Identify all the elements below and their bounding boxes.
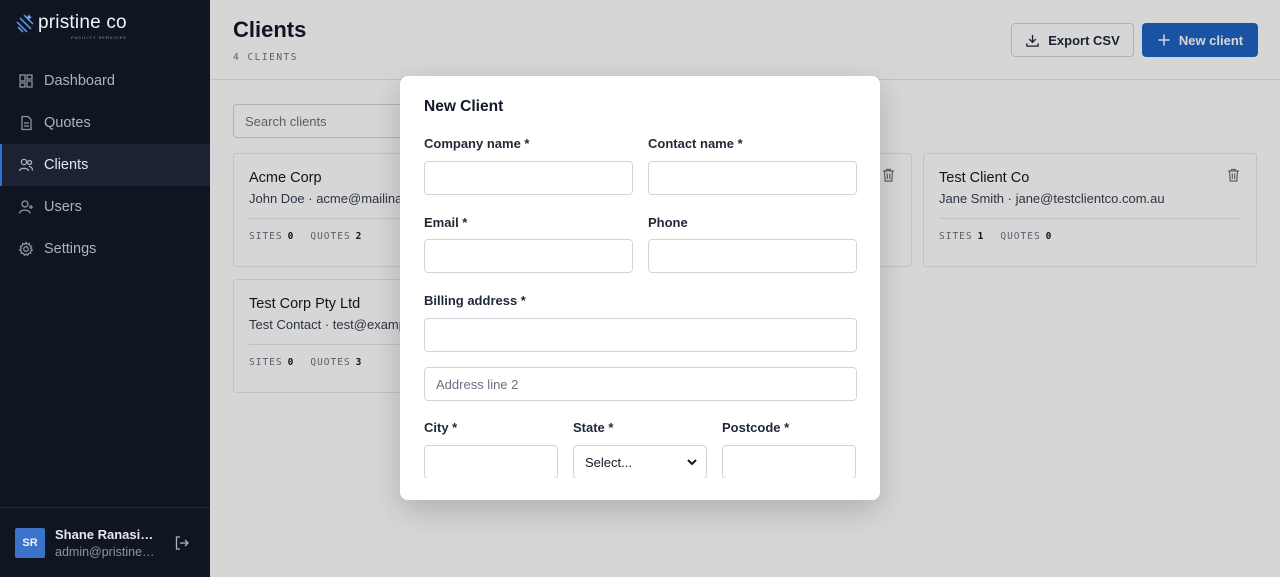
logo-mark-icon <box>16 14 34 33</box>
city-input[interactable] <box>424 445 558 479</box>
address-line-2-input[interactable] <box>424 367 857 401</box>
brand-tagline: FACILITY SERVICES <box>71 35 127 40</box>
sidebar-item-clients[interactable]: Clients <box>0 144 210 186</box>
billing-address-label: Billing address * <box>424 293 526 308</box>
city-label: City * <box>424 420 458 435</box>
brand-logo[interactable]: pristine co FACILITY SERVICES <box>15 12 127 40</box>
phone-input[interactable] <box>648 239 857 273</box>
dialog-title: New Client <box>424 98 504 115</box>
company-name-label: Company name * <box>424 136 530 151</box>
state-select[interactable]: Select... <box>573 445 707 479</box>
sidebar-item-label: Dashboard <box>44 73 115 89</box>
sidebar-item-settings[interactable]: Settings <box>0 228 210 270</box>
contact-name-input[interactable] <box>648 161 857 195</box>
sidebar-item-label: Settings <box>44 241 97 257</box>
sidebar-item-dashboard[interactable]: Dashboard <box>0 60 210 102</box>
sidebar-item-quotes[interactable]: Quotes <box>0 102 210 144</box>
postcode-label: Postcode * <box>722 420 790 435</box>
dialog-scroll-edge <box>400 478 880 500</box>
user-icon <box>18 199 34 215</box>
contact-name-label: Contact name * <box>648 136 743 151</box>
email-label: Email * <box>424 215 468 230</box>
users-icon <box>18 157 34 173</box>
billing-address-input[interactable] <box>424 318 857 352</box>
gear-icon <box>18 241 34 257</box>
logout-icon[interactable] <box>174 535 190 551</box>
sidebar-item-users[interactable]: Users <box>0 186 210 228</box>
brand-name: pristine co <box>38 12 127 33</box>
user-name: Shane Ranasinghe <box>55 526 160 542</box>
phone-label: Phone <box>648 215 688 230</box>
sidebar-item-label: Clients <box>44 157 89 173</box>
new-client-dialog: New Client Company name * Contact name *… <box>400 76 880 500</box>
sidebar-item-label: Quotes <box>44 115 91 131</box>
company-name-input[interactable] <box>424 161 633 195</box>
user-email: admin@pristineco.com.au <box>55 544 160 559</box>
dashboard-icon <box>18 73 34 89</box>
state-select-value: Select... <box>585 454 632 470</box>
user-profile: SR Shane Ranasinghe admin@pristineco.com… <box>0 507 210 577</box>
chevron-down-icon <box>686 456 698 468</box>
email-input[interactable] <box>424 239 633 273</box>
state-label: State * <box>573 420 614 435</box>
document-icon <box>18 115 34 131</box>
sidebar-item-label: Users <box>44 199 82 215</box>
sidebar: pristine co FACILITY SERVICES Dashboard … <box>0 0 210 577</box>
sidebar-nav: Dashboard Quotes Clients Users Settings <box>0 60 210 270</box>
avatar[interactable]: SR <box>15 527 45 558</box>
postcode-input[interactable] <box>722 445 856 479</box>
